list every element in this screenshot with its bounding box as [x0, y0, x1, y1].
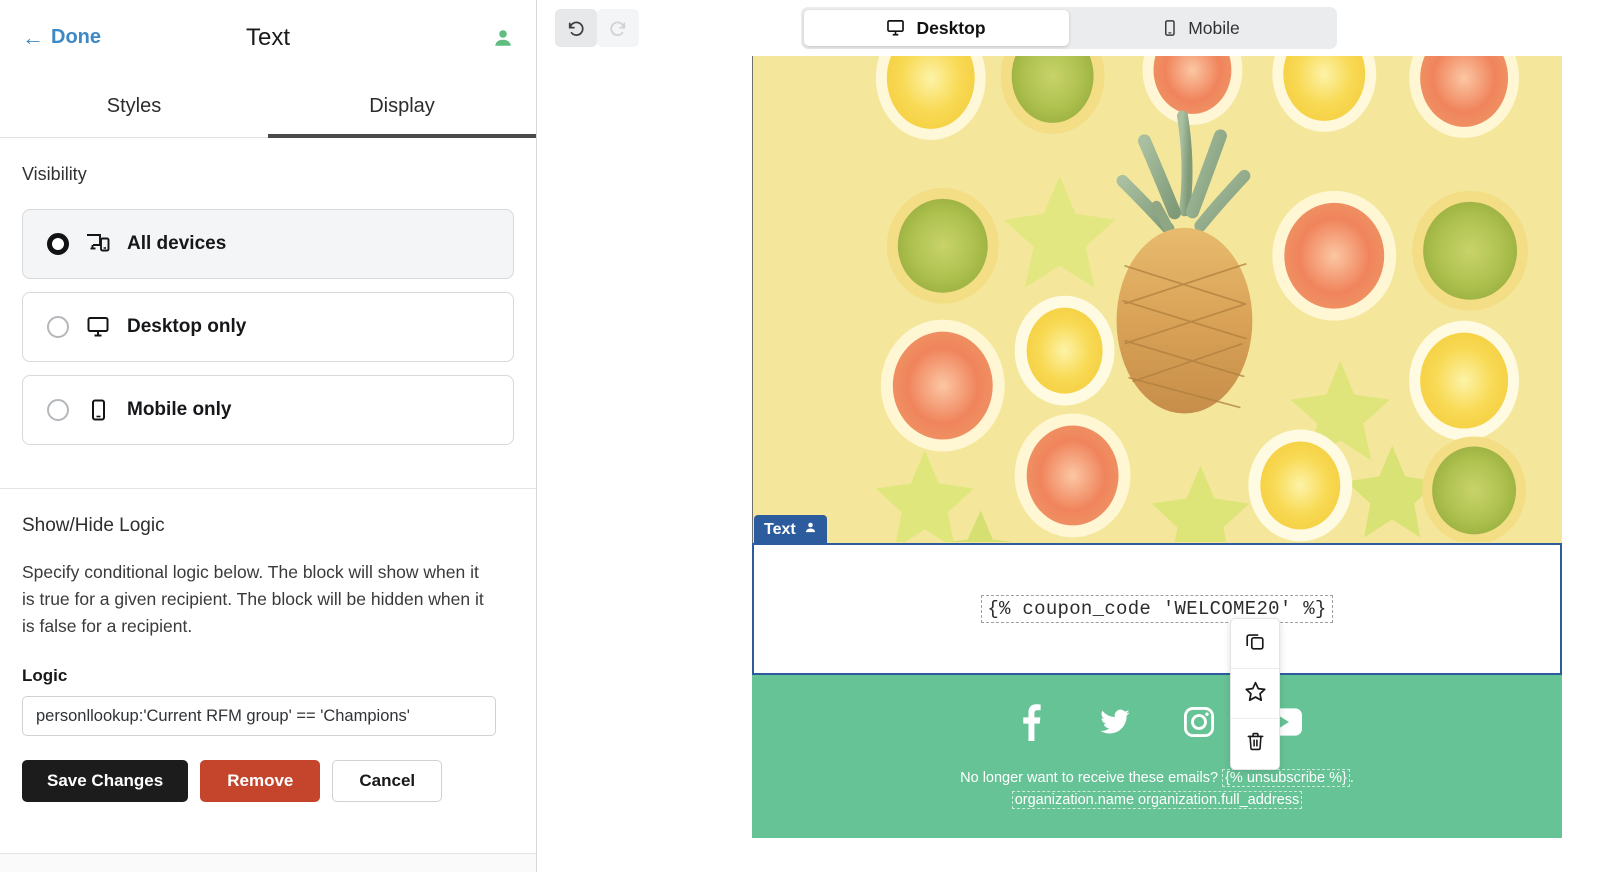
tab-display[interactable]: Display [268, 75, 536, 138]
app-root: ← Done Text Styles Display Visibility Al… [0, 0, 1600, 872]
unsubscribe-merge-tag[interactable]: {% unsubscribe %} [1222, 768, 1350, 787]
twitter-icon[interactable] [1095, 702, 1135, 742]
favorite-block-button[interactable] [1231, 669, 1279, 719]
cancel-button[interactable]: Cancel [332, 760, 443, 803]
visibility-option-all-devices[interactable]: All devices [22, 209, 514, 279]
delete-block-button[interactable] [1231, 719, 1279, 769]
footer-legal-text: No longer want to receive these emails? … [960, 768, 1354, 812]
done-button-label: Done [51, 26, 101, 48]
email-preview-canvas: Text {% coupon_code 'WELCOME20' %} No lo… [537, 56, 1600, 872]
redo-icon [597, 9, 639, 47]
copy-icon [1244, 630, 1266, 657]
radio-mobile-only[interactable] [47, 399, 69, 421]
hero-image-block[interactable] [752, 56, 1562, 543]
device-option-mobile-label: Mobile [1188, 17, 1240, 38]
facebook-icon[interactable] [1011, 702, 1051, 742]
organization-line: organization.name organization.full_addr… [960, 790, 1354, 812]
editor-canvas-area: Desktop Mobile Text {% coupon_code 'WELC… [537, 0, 1600, 872]
save-changes-button[interactable]: Save Changes [22, 760, 189, 803]
unsubscribe-prefix: No longer want to receive these emails? [960, 769, 1223, 786]
visibility-option-label: Desktop only [127, 316, 247, 337]
visibility-label: Visibility [22, 164, 87, 184]
panel-header: ← Done Text [0, 0, 536, 75]
coupon-code-merge-tag[interactable]: {% coupon_code 'WELCOME20' %} [981, 595, 1333, 623]
logic-description: Specify conditional logic below. The blo… [22, 562, 484, 637]
show-hide-logic-section: Show/Hide Logic Specify conditional logi… [0, 489, 536, 803]
visibility-option-label: All devices [127, 233, 227, 254]
logic-button-row: Save Changes Remove Cancel [22, 760, 514, 803]
logic-section-title: Show/Hide Logic [22, 515, 165, 536]
done-button[interactable]: ← Done [22, 26, 101, 49]
radio-desktop-only[interactable] [47, 316, 69, 338]
tab-styles[interactable]: Styles [0, 75, 268, 137]
trash-icon [1245, 730, 1266, 758]
unsubscribe-line: No longer want to receive these emails? … [960, 768, 1354, 790]
visibility-option-label: Mobile only [127, 399, 232, 420]
back-arrow-icon: ← [22, 24, 44, 50]
block-badge-label: Text [764, 521, 796, 538]
logic-field-label: Logic [22, 666, 68, 686]
star-icon [1244, 680, 1267, 708]
settings-panel: ← Done Text Styles Display Visibility Al… [0, 0, 537, 872]
desktop-mobile-icon [85, 233, 111, 255]
panel-footer-strip [0, 853, 536, 872]
visibility-option-mobile-only[interactable]: Mobile only [22, 375, 514, 445]
organization-merge-tag[interactable]: organization.name organization.full_addr… [1011, 790, 1303, 809]
person-icon [804, 521, 817, 539]
selected-text-block[interactable]: Text {% coupon_code 'WELCOME20' %} [752, 515, 1562, 675]
block-actions-toolbar [1230, 618, 1280, 770]
unsubscribe-suffix: . [1349, 769, 1354, 786]
duplicate-block-button[interactable] [1231, 619, 1279, 669]
hero-image-illustration [753, 56, 1562, 543]
instagram-icon[interactable] [1179, 702, 1219, 742]
tab-styles-label: Styles [106, 94, 162, 117]
undo-icon[interactable] [555, 9, 597, 47]
person-icon[interactable] [492, 27, 514, 49]
radio-all-devices[interactable] [47, 233, 69, 255]
desktop-icon [85, 316, 111, 338]
logic-input[interactable] [22, 696, 496, 737]
tab-display-label: Display [369, 94, 435, 117]
device-option-desktop-label: Desktop [916, 17, 986, 38]
visibility-option-desktop-only[interactable]: Desktop only [22, 292, 514, 362]
remove-button[interactable]: Remove [200, 760, 321, 803]
editor-toolbar: Desktop Mobile [537, 0, 1600, 56]
email-footer-block[interactable]: No longer want to receive these emails? … [752, 675, 1562, 838]
device-option-desktop[interactable]: Desktop [803, 10, 1069, 46]
email-document: Text {% coupon_code 'WELCOME20' %} No lo… [752, 56, 1562, 838]
device-preview-toggle: Desktop Mobile [800, 7, 1337, 49]
mobile-icon [85, 399, 111, 421]
panel-tabs: Styles Display [0, 75, 536, 138]
visibility-section: Visibility All devices Desktop only Mobi… [0, 138, 536, 489]
block-badge: Text [754, 515, 827, 545]
device-option-mobile[interactable]: Mobile [1069, 10, 1334, 46]
